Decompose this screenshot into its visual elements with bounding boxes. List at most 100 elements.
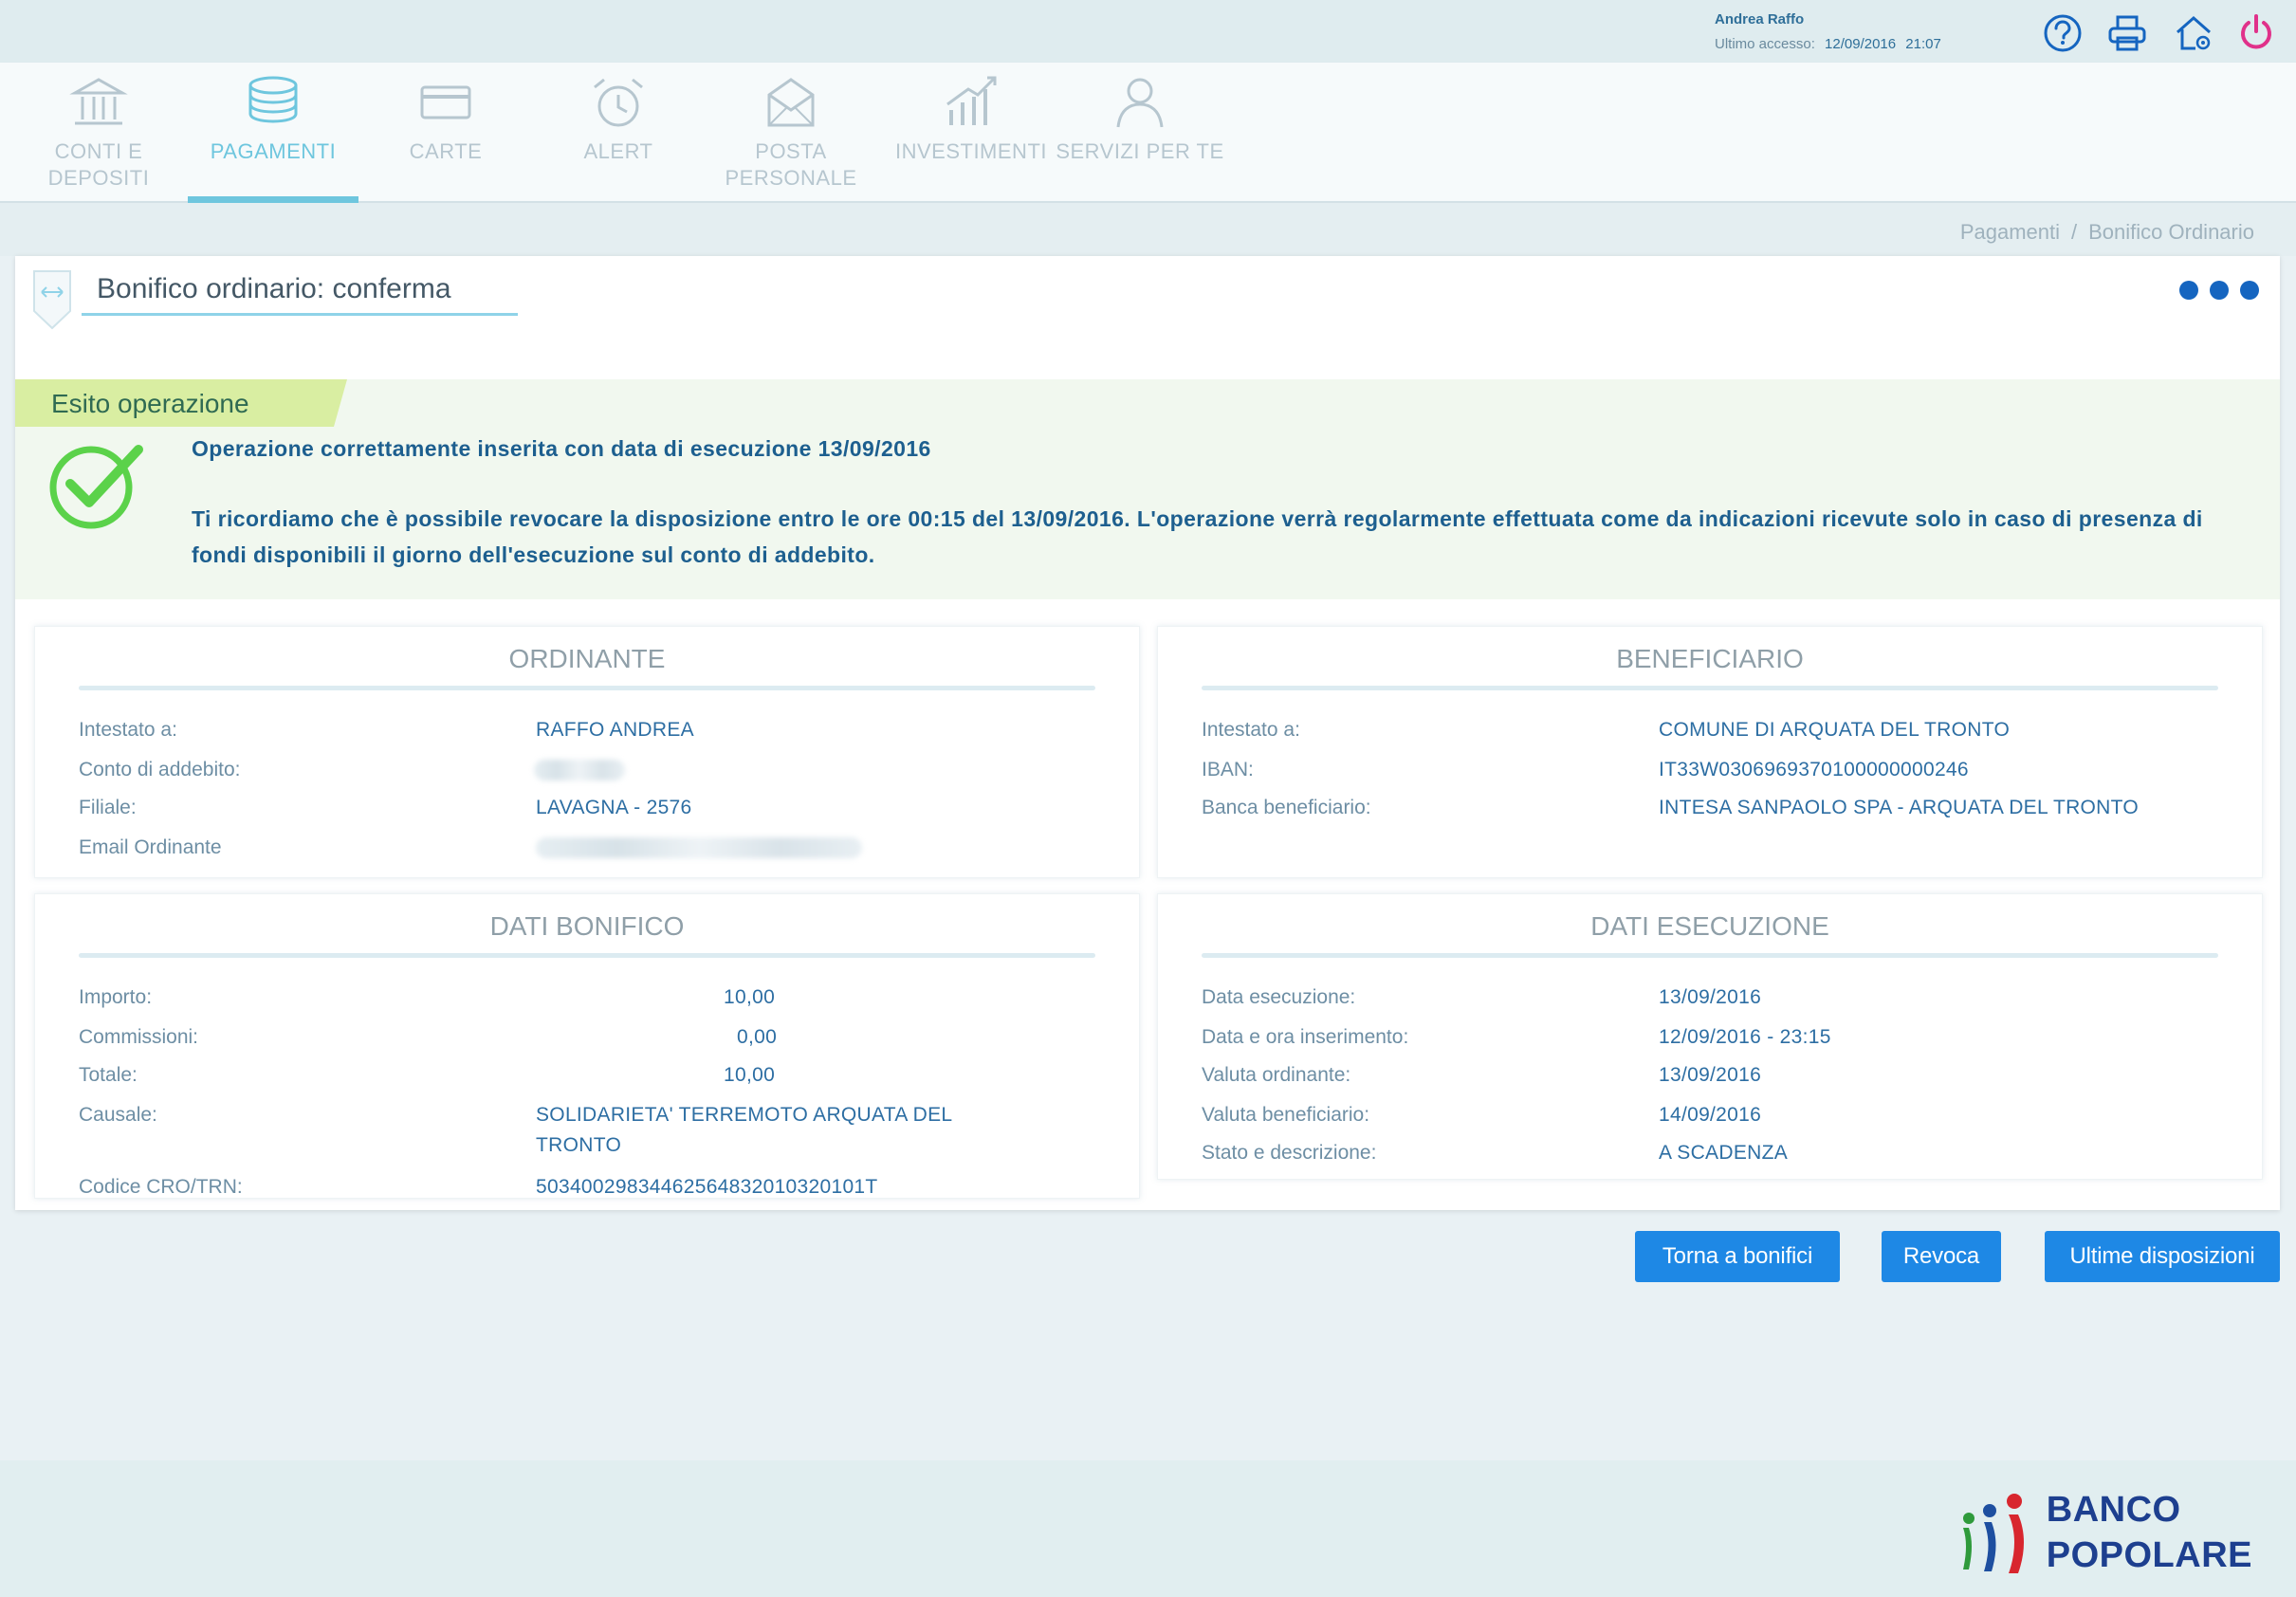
redacted-value xyxy=(534,760,625,780)
redacted-value xyxy=(536,837,862,858)
back-to-transfers-button[interactable]: Torna a bonifici xyxy=(1635,1231,1840,1282)
detail-label: Banca beneficiario: xyxy=(1202,797,1371,818)
nav-label: INVESTIMENTI xyxy=(894,139,1047,163)
causale-value-line2: TRONTO xyxy=(536,1134,622,1156)
person-icon xyxy=(1116,78,1164,128)
main-nav: CONTI E DEPOSITI PAGAMENTI CARTE ALERT P… xyxy=(0,63,2296,203)
last-access-time: 21:07 xyxy=(1905,36,1941,52)
nav-item-servizi-per-te[interactable]: SERVIZI PER TE xyxy=(1055,63,1225,201)
breadcrumb-item-bonifico: Bonifico Ordinario xyxy=(2088,220,2254,244)
detail-label: Email Ordinante xyxy=(79,836,222,858)
causale-value: SOLIDARIETA' TERREMOTO ARQUATA DEL xyxy=(536,1104,953,1126)
power-icon[interactable] xyxy=(2234,11,2278,55)
detail-label: Codice CRO/TRN: xyxy=(79,1176,243,1198)
step-dot xyxy=(2210,281,2229,300)
logo-line2: POPOLARE xyxy=(2046,1535,2252,1575)
bank-icon xyxy=(69,78,128,125)
nav-label: PAGAMENTI xyxy=(210,139,337,163)
detail-label: Causale: xyxy=(79,1104,157,1126)
detail-label: Filiale: xyxy=(79,797,137,818)
logo-text: BANCO POPOLARE xyxy=(2047,1487,2252,1578)
revoke-notice: Ti ricordiamo che è possibile revocare l… xyxy=(192,506,2203,567)
last-access-label: Ultimo accesso: xyxy=(1715,36,1815,52)
card-title: BENEFICIARIO xyxy=(1616,644,1804,673)
nav-item-investimenti[interactable]: INVESTIMENTI xyxy=(886,63,1056,201)
nav-label: CARTE xyxy=(409,139,483,163)
nav-item-carte[interactable]: CARTE xyxy=(360,63,531,201)
cro-value: 50340029834462564832010320101T xyxy=(536,1176,878,1198)
total-value: 10,00 xyxy=(724,1064,776,1086)
printer-icon[interactable] xyxy=(2105,11,2149,55)
result-message: Operazione correttamente inserita con da… xyxy=(192,436,931,461)
detail-label: Valuta ordinante: xyxy=(1202,1064,1351,1086)
detail-value: 14/09/2016 xyxy=(1659,1104,1762,1126)
detail-label: Importo: xyxy=(79,986,153,1008)
detail-label: Stato e descrizione: xyxy=(1202,1142,1377,1164)
nav-label: ALERT xyxy=(583,139,653,163)
bank-logo: BANCO POPOLARE xyxy=(1956,1487,2252,1578)
nav-label: POSTA PERSONALE xyxy=(725,139,857,190)
coins-icon xyxy=(248,76,298,123)
detail-value: 12/09/2016 - 23:15 xyxy=(1659,1026,1831,1048)
footer: BANCO POPOLARE xyxy=(0,1460,2296,1597)
detail-value: COMUNE DI ARQUATA DEL TRONTO xyxy=(1659,719,2011,741)
step-dot xyxy=(2179,281,2198,300)
latest-orders-button[interactable]: Ultime disposizioni xyxy=(2045,1231,2280,1282)
nav-label: SERVIZI PER TE xyxy=(1056,139,1224,163)
step-dot xyxy=(2240,281,2259,300)
amount-value: 10,00 xyxy=(724,986,776,1008)
nav-item-alert[interactable]: ALERT xyxy=(533,63,704,201)
detail-value: IT33W0306969370100000000246 xyxy=(1659,759,1969,780)
breadcrumb: Pagamenti / Bonifico Ordinario xyxy=(1960,220,2254,245)
detail-label: Data esecuzione: xyxy=(1202,986,1356,1008)
step-indicator xyxy=(2179,281,2259,300)
breadcrumb-item-pagamenti[interactable]: Pagamenti xyxy=(1960,220,2060,244)
detail-label: Conto di addebito: xyxy=(79,759,241,780)
detail-label: Commissioni: xyxy=(79,1026,199,1048)
nav-item-pagamenti[interactable]: PAGAMENTI xyxy=(188,63,358,203)
detail-value: 13/09/2016 xyxy=(1659,986,1762,1008)
user-info: Andrea Raffo Ultimo accesso: 12/09/2016 … xyxy=(1715,8,1941,57)
dati-esecuzione-card: DATI ESECUZIONE Data esecuzione: 13/09/2… xyxy=(1157,893,2263,1180)
card-title: DATI ESECUZIONE xyxy=(1590,911,1829,941)
user-name: Andrea Raffo xyxy=(1715,11,1805,28)
top-bar: Andrea Raffo Ultimo accesso: 12/09/2016 … xyxy=(0,0,2296,63)
ordinante-card: ORDINANTE Intestato a: RAFFO ANDREA Cont… xyxy=(34,626,1140,878)
detail-value: 13/09/2016 xyxy=(1659,1064,1762,1086)
card-divider xyxy=(1202,686,2218,690)
nav-item-posta-personale[interactable]: POSTA PERSONALE xyxy=(706,63,876,201)
logo-line1: BANCO xyxy=(2046,1490,2181,1530)
card-title: ORDINANTE xyxy=(508,644,666,673)
home-icon[interactable] xyxy=(2172,11,2215,55)
card-title: DATI BONIFICO xyxy=(489,911,685,941)
background-strip xyxy=(0,203,2296,256)
detail-label: Totale: xyxy=(79,1064,138,1086)
dati-bonifico-card: DATI BONIFICO Importo: 10,00 Commissioni… xyxy=(34,893,1140,1199)
logo-people-icon xyxy=(1962,1494,2024,1573)
card-divider xyxy=(79,953,1095,958)
breadcrumb-separator: / xyxy=(2071,220,2078,244)
page-title: Bonifico ordinario: conferma xyxy=(97,273,451,304)
revoke-button[interactable]: Revoca xyxy=(1882,1231,2001,1282)
nav-item-conti-depositi[interactable]: CONTI E DEPOSITI xyxy=(13,63,184,201)
last-access-date: 12/09/2016 xyxy=(1825,36,1897,52)
chart-icon xyxy=(946,76,997,125)
envelope-icon xyxy=(767,78,815,127)
transfer-icon xyxy=(33,270,71,330)
card-icon xyxy=(420,85,471,119)
detail-value: INTESA SANPAOLO SPA - ARQUATA DEL TRONTO xyxy=(1659,797,2140,818)
beneficiario-card: BENEFICIARIO Intestato a: COMUNE DI ARQU… xyxy=(1157,626,2263,878)
help-icon[interactable] xyxy=(2041,11,2085,55)
detail-label: Intestato a: xyxy=(79,719,177,741)
detail-value: LAVAGNA - 2576 xyxy=(536,797,692,818)
confirmation-panel: Bonifico ordinario: conferma Esito opera… xyxy=(15,256,2280,1210)
operation-result: Esito operazione Operazione correttament… xyxy=(15,379,2280,599)
card-divider xyxy=(79,686,1095,690)
nav-label: CONTI E DEPOSITI xyxy=(47,139,150,190)
detail-label: IBAN: xyxy=(1202,759,1254,780)
result-label: Esito operazione xyxy=(51,389,249,418)
detail-value: RAFFO ANDREA xyxy=(536,719,694,741)
detail-label: Data e ora inserimento: xyxy=(1202,1026,1409,1048)
detail-label: Intestato a: xyxy=(1202,719,1300,741)
fees-value: 0,00 xyxy=(737,1026,778,1048)
